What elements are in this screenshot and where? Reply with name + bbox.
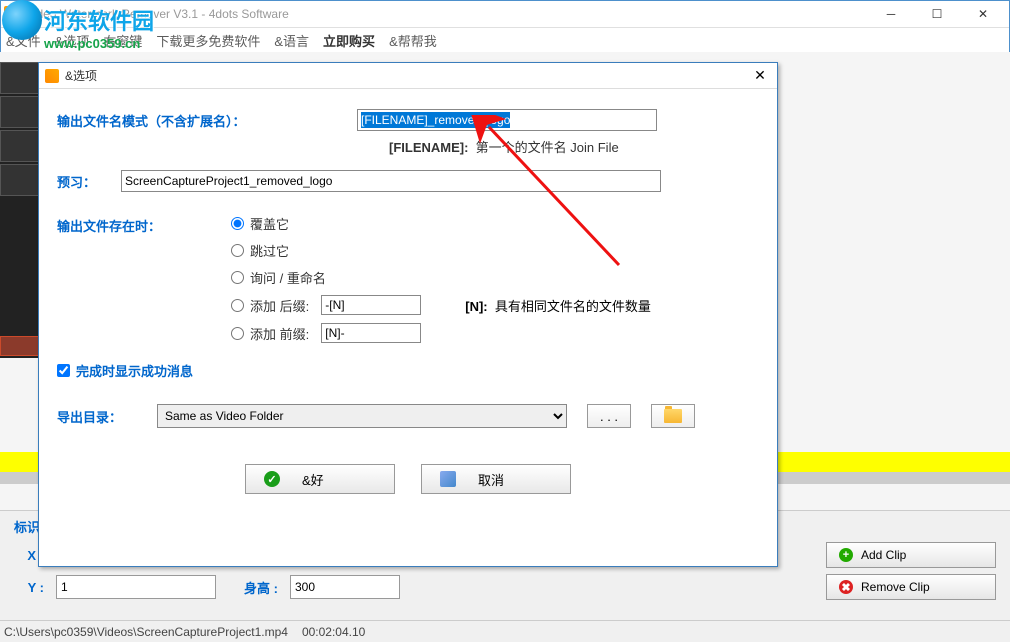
preview-label: 预习： [57,172,107,191]
add-clip-button[interactable]: + Add Clip [826,542,996,568]
menu-language[interactable]: &语言 [274,31,309,50]
radio-skip[interactable]: 跳过它 [231,241,421,260]
y-input[interactable] [56,575,216,599]
status-duration: 00:02:04.10 [302,625,365,639]
output-pattern-input[interactable]: [FILENAME]_removed_logo [357,109,657,131]
cancel-icon [440,471,456,487]
ok-button[interactable]: ✓ &好 [245,464,395,494]
options-dialog: &选项 ✕ 输出文件名模式（不含扩展名）： [FILENAME]_removed… [38,62,778,567]
dialog-close-button[interactable]: ✕ [749,67,771,85]
site-watermark: 河东软件园 www.pc0359.cn [2,0,202,51]
y-label: Y : [14,580,44,595]
output-pattern-label: 输出文件名模式（不含扩展名）： [57,111,337,130]
plus-icon: + [839,548,853,562]
dialog-title: &选项 [65,67,749,84]
menu-buy-now[interactable]: 立即购买 [323,31,375,50]
status-filepath: C:\Users\pc0359\Videos\ScreenCaptureProj… [4,625,288,639]
height-label: 身高 : [228,578,278,597]
radio-ask-rename[interactable]: 询问 / 重命名 [231,268,421,287]
n-hint: [N]: 具有相同文件名的文件数量 [465,296,651,315]
menu-help[interactable]: &帮帮我 [389,31,437,50]
browse-button[interactable]: . . . [587,404,631,428]
prefix-input[interactable] [321,323,421,343]
success-message-checkbox[interactable]: 完成时显示成功消息 [57,361,759,380]
preview-input[interactable] [121,170,661,192]
file-exists-label: 输出文件存在时： [57,214,217,235]
filename-hint: [FILENAME]: 第一个的文件名 Join File [389,137,759,156]
dialog-titlebar: &选项 ✕ [39,63,777,89]
cancel-button[interactable]: 取消 [421,464,571,494]
open-folder-button[interactable] [651,404,695,428]
close-button[interactable]: ✕ [960,0,1006,28]
radio-add-suffix[interactable]: 添加 后缀: [231,295,421,315]
statusbar: C:\Users\pc0359\Videos\ScreenCaptureProj… [0,620,1010,642]
minimize-button[interactable]: ─ [868,0,914,28]
suffix-input[interactable] [321,295,421,315]
radio-overwrite[interactable]: 覆盖它 [231,214,421,233]
height-input[interactable] [290,575,400,599]
dialog-icon [45,69,59,83]
remove-clip-button[interactable]: ✖ Remove Clip [826,574,996,600]
export-dir-select[interactable]: Same as Video Folder [157,404,567,428]
radio-add-prefix[interactable]: 添加 前缀: [231,323,421,343]
export-dir-label: 导出目录： [57,407,137,426]
folder-icon [664,409,682,423]
check-icon: ✓ [264,471,280,487]
minus-icon: ✖ [839,580,853,594]
maximize-button[interactable]: ☐ [914,0,960,28]
